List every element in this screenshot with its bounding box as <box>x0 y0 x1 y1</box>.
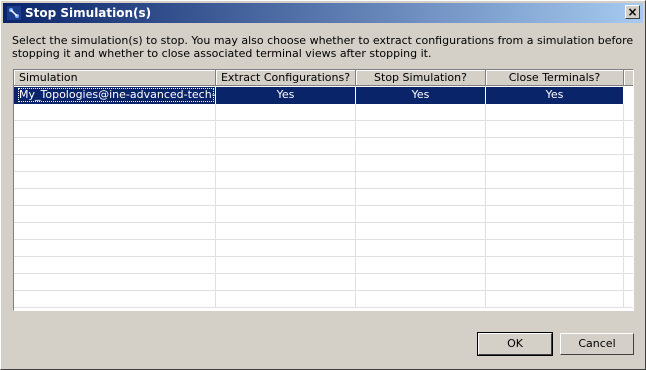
table-row-empty <box>14 104 633 121</box>
column-header-close-terminals[interactable]: Close Terminals? <box>486 70 624 86</box>
table-row-empty <box>14 274 633 291</box>
table-body: My_Topologies@ine-advanced-tech-l... Yes… <box>14 87 633 310</box>
focus-rectangle <box>18 88 214 102</box>
column-header-extract-configurations[interactable]: Extract Configurations? <box>216 70 356 86</box>
table-row-empty <box>14 172 633 189</box>
table-row-empty <box>14 155 633 172</box>
stop-simulation-cell[interactable]: Yes <box>356 87 486 104</box>
table-row-empty <box>14 257 633 274</box>
table-row-empty <box>14 121 633 138</box>
ok-button[interactable]: OK <box>477 332 553 356</box>
table-header: Simulation Extract Configurations? Stop … <box>14 70 633 87</box>
simulations-table: Simulation Extract Configurations? Stop … <box>13 69 634 311</box>
instructions-text: Select the simulation(s) to stop. You ma… <box>12 34 634 60</box>
table-row-empty <box>14 189 633 206</box>
column-header-stop-simulation[interactable]: Stop Simulation? <box>356 70 486 86</box>
column-header-simulation[interactable]: Simulation <box>14 70 216 86</box>
close-button[interactable]: × <box>625 5 640 19</box>
close-terminals-cell[interactable]: Yes <box>486 87 624 104</box>
cancel-button[interactable]: Cancel <box>560 333 634 355</box>
app-icon <box>7 6 21 20</box>
table-row-empty <box>14 138 633 155</box>
table-row-empty <box>14 291 633 308</box>
column-header-filler <box>624 70 633 86</box>
close-icon: × <box>627 5 638 19</box>
table-row[interactable]: My_Topologies@ine-advanced-tech-l... Yes… <box>14 87 633 104</box>
table-row-empty <box>14 206 633 223</box>
table-row-empty <box>14 223 633 240</box>
window-title: Stop Simulation(s) <box>25 6 152 20</box>
title-bar[interactable]: Stop Simulation(s) × <box>3 3 643 23</box>
table-row-empty <box>14 240 633 257</box>
extract-configurations-cell[interactable]: Yes <box>216 87 356 104</box>
stop-simulations-dialog: Stop Simulation(s) × Select the simulati… <box>0 0 646 370</box>
